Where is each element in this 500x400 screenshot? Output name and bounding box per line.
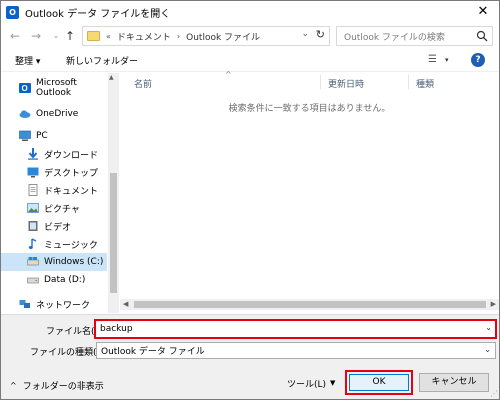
resize-grip-icon[interactable]: ⋰ [490,389,498,398]
cancel-button[interactable]: キャンセル [419,373,489,392]
sidebar-item-label: ミュージック [44,240,98,251]
sidebar-item-label: PC [36,131,48,141]
sidebar-item-label: ドキュメント [44,186,99,197]
sidebar-item-network[interactable]: ネットワーク [1,295,107,313]
back-button[interactable]: ← [7,28,23,44]
help-icon[interactable]: ? [471,53,485,67]
tools-button[interactable]: ツール(L) [287,377,326,390]
sidebar-item-downloads[interactable]: ダウンロード [1,145,107,163]
up-button[interactable]: ↑ [62,28,78,44]
scrollbar-thumb[interactable] [110,173,117,293]
column-header-name[interactable]: 名前 [134,77,152,90]
file-list: ^ 名前 更新日時 種類 検索条件に一致する項目はありません。 ◀ ▶ [120,70,499,313]
filename-value[interactable]: backup [100,324,133,334]
outlook-app-icon: O [6,5,19,19]
outlook-icon: O [19,83,31,93]
breadcrumb-documents[interactable]: ドキュメント [117,30,171,43]
column-header-date-modified[interactable]: 更新日時 [328,77,364,90]
music-icon [28,238,37,249]
close-button[interactable]: ✕ [475,4,491,20]
title-bar: O Outlook データ ファイルを開く ✕ [1,1,499,23]
filetype-select[interactable]: Outlook データ ファイル ⌄ [96,342,496,359]
window-title: Outlook データ ファイルを開く [25,8,171,20]
documents-icon [28,184,38,196]
navigation-pane-scrollbar[interactable]: ▲ [108,73,119,313]
filename-field[interactable]: backup ⌄ [94,319,497,339]
search-input[interactable]: Outlook ファイルの検索 [336,26,493,46]
sidebar-item-data-d[interactable]: Data (D:) [1,271,107,289]
breadcrumb-overflow[interactable]: « [106,32,111,41]
navigation-bar: ← → ⌄ ↑ « ドキュメント › Outlook ファイル ⌄ ↻ Outl… [1,23,499,49]
address-bar[interactable]: « ドキュメント › Outlook ファイル ⌄ ↻ [82,26,330,46]
sidebar-item-label: ビデオ [44,222,72,233]
pc-icon [19,130,31,141]
pictures-icon [27,203,39,213]
ok-button-highlight: OK [345,370,413,395]
scrollbar-thumb[interactable] [134,301,486,308]
hide-folders-label: フォルダーの非表示 [22,382,104,392]
sidebar-item-pictures[interactable]: ピクチャ [1,199,107,217]
hide-folders-toggle[interactable]: ^ フォルダーの非表示 [10,379,104,392]
view-options-icon[interactable]: ☰ [428,54,437,65]
sidebar-item-music[interactable]: ミュージック [1,235,107,253]
sidebar-item-pc[interactable]: PC [1,127,107,145]
column-header-type[interactable]: 種類 [416,77,434,90]
desktop-icon [27,167,39,178]
sort-ascending-icon: ^ [225,70,232,79]
chevron-down-icon[interactable]: ⌄ [301,29,309,39]
videos-icon [28,221,38,231]
search-icon [476,30,488,42]
search-placeholder: Outlook ファイルの検索 [344,32,445,43]
sidebar-item-microsoft-outlook[interactable]: O Microsoft Outlook [1,78,107,98]
scroll-up-arrow-icon[interactable]: ▲ [109,74,114,81]
tools-dropdown-icon[interactable]: ▼ [330,379,335,387]
sidebar-item-label: Microsoft Outlook [36,78,77,98]
filetype-value: Outlook データ ファイル [101,347,205,357]
sidebar-item-label: ダウンロード [44,150,99,161]
sidebar-item-windows-c[interactable]: Windows (C:) [1,253,107,271]
new-folder-button[interactable]: 新しいフォルダー [66,54,138,67]
chevron-down-icon[interactable]: ⌄ [485,323,492,332]
drive-c-icon [27,257,39,266]
dialog-footer: ファイル名(N): backup ⌄ ファイルの種類(T): Outlook デ… [1,314,499,399]
empty-results-message: 検索条件に一致する項目はありません。 [228,104,391,114]
sidebar-item-label: OneDrive [36,109,79,119]
column-header-row: ^ 名前 更新日時 種類 [120,70,499,91]
sidebar-item-videos[interactable]: ビデオ [1,217,107,235]
sidebar-item-label: デスクトップ [44,168,99,179]
sidebar-item-label: Windows (C:) [44,257,104,267]
downloads-icon [28,148,38,160]
svg-text:O: O [22,84,28,93]
forward-button[interactable]: → [28,28,44,44]
drive-d-icon [27,277,39,284]
file-open-dialog: O Outlook データ ファイルを開く ✕ ← → ⌄ ↑ « ドキュメント… [0,0,500,400]
breadcrumb-outlook-files[interactable]: Outlook ファイル [186,30,260,43]
breadcrumb-separator[interactable]: › [177,32,180,41]
refresh-icon[interactable]: ↻ [316,28,325,41]
view-dropdown-icon[interactable]: ▾ [445,56,449,64]
sidebar-item-documents[interactable]: ドキュメント [1,181,107,199]
organize-button[interactable]: 整理 ▾ [15,54,40,67]
column-divider[interactable] [408,75,409,89]
sidebar-item-label: Data (D:) [44,275,86,285]
column-divider[interactable] [320,75,321,89]
folder-icon [87,31,100,41]
chevron-up-icon: ^ [10,381,17,390]
chevron-down-icon[interactable]: ⌄ [484,345,491,354]
sidebar-item-onedrive[interactable]: OneDrive [1,105,107,123]
ok-button[interactable]: OK [349,374,409,391]
scroll-right-arrow-icon[interactable]: ▶ [491,300,496,308]
sidebar-item-label: ピクチャ [44,204,80,215]
sidebar-item-label: ネットワーク [36,300,91,311]
scroll-left-arrow-icon[interactable]: ◀ [123,300,128,308]
sidebar-item-desktop[interactable]: デスクトップ [1,163,107,181]
horizontal-scrollbar[interactable]: ◀ ▶ [120,299,499,310]
onedrive-icon [19,110,31,118]
navigation-pane: O Microsoft Outlook OneDrive PC ダウンロード デ… [1,73,119,313]
command-bar: 整理 ▾ 新しいフォルダー ☰ ▾ ? [1,50,499,72]
network-icon [19,300,30,308]
